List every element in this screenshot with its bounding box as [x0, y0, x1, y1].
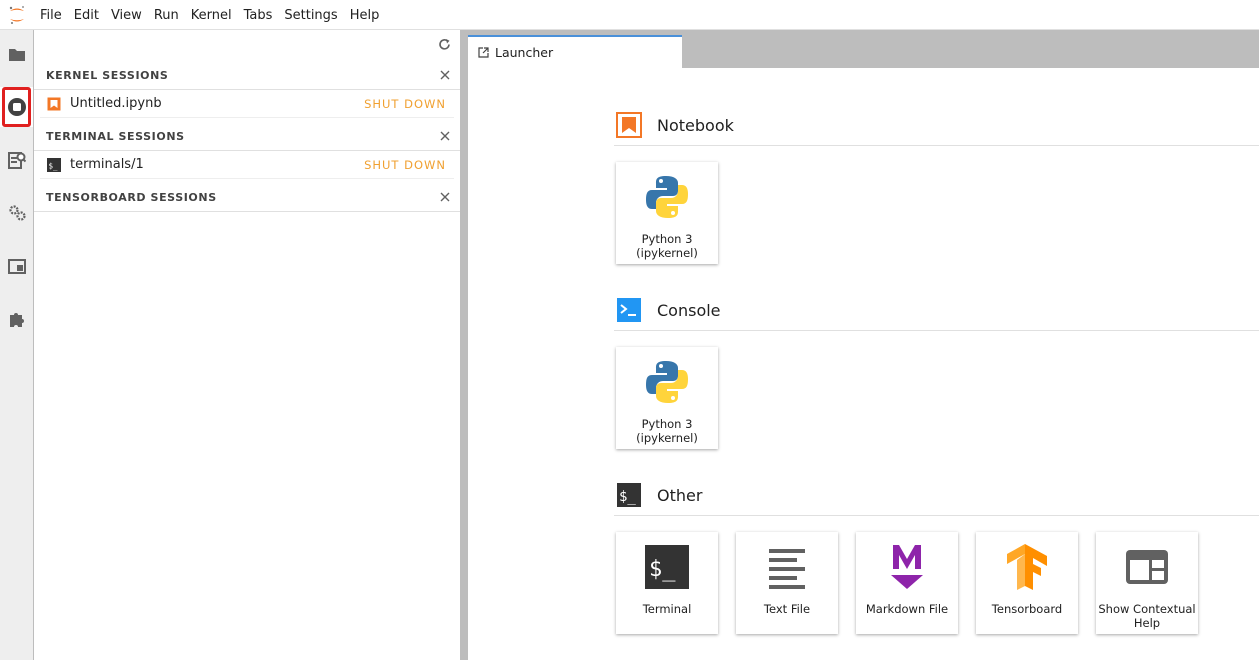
activity-bar [0, 30, 34, 660]
notebook-icon [46, 96, 61, 111]
svg-text:$_: $_ [48, 161, 58, 170]
launcher-panel: Notebook Python 3 (ipykernel) Console Py… [468, 68, 1259, 660]
kernel-sessions-header: KERNEL SESSIONS [34, 60, 460, 90]
card-label: Python 3 (ipykernel) [636, 417, 698, 445]
notebook-section-title: Notebook [657, 116, 734, 135]
console-python3-card[interactable]: Python 3 (ipykernel) [616, 347, 718, 449]
settings-gear-icon [8, 205, 26, 221]
open-tabs-button[interactable] [0, 246, 33, 286]
text-file-icon [762, 542, 812, 592]
markdown-icon [882, 542, 932, 592]
tensorboard-sessions-title: TENSORBOARD SESSIONS [46, 191, 217, 204]
launcher-icon [478, 47, 489, 58]
terminal-card[interactable]: $_ Terminal [616, 532, 718, 634]
svg-text:$_: $_ [649, 557, 676, 582]
other-section-title: Other [657, 486, 703, 505]
terminal-session-label: terminals/1 [70, 157, 144, 172]
svg-text:$_: $_ [619, 489, 636, 505]
card-label: Terminal [642, 602, 692, 616]
jupyter-logo-icon [0, 0, 34, 30]
card-label: Text File [763, 602, 811, 616]
console-cards: Python 3 (ipykernel) [614, 347, 734, 449]
card-label: Show Contextual Help [1098, 602, 1196, 630]
terminal-icon: $_ [46, 157, 61, 172]
console-section-header: Console [614, 291, 1259, 331]
terminal-session-item[interactable]: $_ terminals/1 SHUT DOWN [40, 151, 454, 179]
kernel-sessions-close-button[interactable] [438, 68, 452, 82]
panel-splitter[interactable] [460, 30, 468, 660]
python-logo-icon [642, 357, 692, 407]
menu-edit[interactable]: Edit [68, 0, 105, 30]
terminal-sessions-close-button[interactable] [438, 129, 452, 143]
kernel-shutdown-button[interactable]: SHUT DOWN [364, 97, 446, 111]
extension-manager-button[interactable] [0, 299, 33, 339]
menu-kernel[interactable]: Kernel [185, 0, 238, 30]
terminal-sessions-header: TERMINAL SESSIONS [34, 121, 460, 151]
extension-puzzle-icon [9, 313, 24, 327]
notebook-python3-card[interactable]: Python 3 (ipykernel) [616, 162, 718, 264]
menu-help[interactable]: Help [344, 0, 386, 30]
contextual-help-icon [1122, 542, 1172, 592]
tab-launcher[interactable]: Launcher [468, 35, 682, 68]
running-sessions-panel: KERNEL SESSIONS Untitled.ipynb SHUT DOWN… [34, 30, 460, 660]
notebook-cards: Python 3 (ipykernel) [614, 162, 734, 264]
menu-tabs[interactable]: Tabs [238, 0, 279, 30]
tensorboard-card[interactable]: Tensorboard [976, 532, 1078, 634]
tab-bar: Launcher [468, 30, 1259, 68]
notebook-section-header: Notebook [614, 106, 1259, 146]
tensorboard-sessions-close-button[interactable] [438, 190, 452, 204]
card-label: Tensorboard [991, 602, 1063, 616]
console-icon [617, 298, 641, 322]
property-inspector-button[interactable] [0, 140, 33, 180]
running-sessions-icon [7, 98, 26, 116]
python-logo-icon [642, 172, 692, 222]
tensorboard-icon [1002, 542, 1052, 592]
terminal-sessions-title: TERMINAL SESSIONS [46, 130, 185, 143]
menu-view[interactable]: View [105, 0, 148, 30]
terminal-shutdown-button[interactable]: SHUT DOWN [364, 158, 446, 172]
folder-icon [8, 48, 25, 61]
other-section: $_ Other $_ Terminal Text File Markdown … [614, 476, 1259, 634]
terminal-icon: $_ [642, 542, 692, 592]
refresh-button[interactable] [436, 36, 452, 52]
console-section: Console Python 3 (ipykernel) [614, 291, 1259, 449]
close-icon [440, 192, 450, 202]
commands-settings-button[interactable] [0, 193, 33, 233]
menu-run[interactable]: Run [148, 0, 185, 30]
other-section-header: $_ Other [614, 476, 1259, 516]
notebook-section: Notebook Python 3 (ipykernel) [614, 106, 1259, 264]
file-browser-button[interactable] [0, 34, 33, 74]
tabs-icon [7, 258, 26, 274]
menu-bar: File Edit View Run Kernel Tabs Settings … [0, 0, 1259, 30]
tab-launcher-label: Launcher [495, 45, 554, 60]
close-icon [440, 70, 450, 80]
kernel-sessions-title: KERNEL SESSIONS [46, 69, 169, 82]
text-file-card[interactable]: Text File [736, 532, 838, 634]
property-inspector-icon [7, 152, 26, 169]
markdown-file-card[interactable]: Markdown File [856, 532, 958, 634]
tensorboard-sessions-header: TENSORBOARD SESSIONS [34, 182, 460, 212]
card-label: Python 3 (ipykernel) [636, 232, 698, 260]
terminal-icon: $_ [617, 483, 641, 507]
console-section-title: Console [657, 301, 721, 320]
menu-settings[interactable]: Settings [278, 0, 343, 30]
kernel-session-item[interactable]: Untitled.ipynb SHUT DOWN [40, 90, 454, 118]
close-icon [440, 131, 450, 141]
notebook-icon [616, 112, 642, 138]
kernel-session-label: Untitled.ipynb [70, 96, 162, 111]
menu-file[interactable]: File [34, 0, 68, 30]
other-cards: $_ Terminal Text File Markdown File Tens… [614, 532, 1214, 634]
contextual-help-card[interactable]: Show Contextual Help [1096, 532, 1198, 634]
card-label: Markdown File [865, 602, 949, 616]
running-sessions-button[interactable] [0, 87, 33, 127]
refresh-icon [438, 38, 450, 50]
